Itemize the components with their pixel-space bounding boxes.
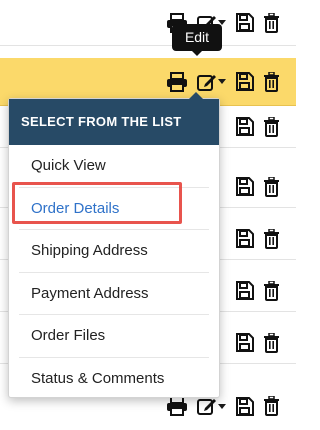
trash-icon[interactable] [263,176,280,197]
save-icon[interactable] [235,13,254,32]
edit-tooltip: Edit [172,24,222,56]
edit-menu-toggle[interactable] [197,72,226,92]
save-icon[interactable] [235,396,254,416]
trash-icon[interactable] [263,332,280,353]
dropdown-list: Quick View Order Details Shipping Addres… [9,145,219,400]
trash-icon[interactable] [263,396,280,416]
save-icon[interactable] [235,72,254,91]
trash-icon[interactable] [263,71,280,92]
trash-icon[interactable] [263,12,280,33]
menu-item-payment-address[interactable]: Payment Address [19,273,209,315]
save-icon[interactable] [235,281,254,300]
save-icon[interactable] [235,177,254,196]
table-row [0,0,296,46]
save-icon[interactable] [235,117,254,136]
menu-item-shipping-address[interactable]: Shipping Address [19,230,209,273]
chevron-down-icon[interactable] [218,79,226,84]
dropdown-header: SELECT FROM THE LIST [9,99,219,145]
print-icon[interactable] [166,71,188,92]
menu-item-order-files[interactable]: Order Files [19,315,209,358]
menu-item-status-comments[interactable]: Status & Comments [19,358,209,401]
save-icon[interactable] [235,333,254,352]
menu-item-order-details[interactable]: Order Details [19,188,209,230]
menu-item-quick-view[interactable]: Quick View [19,145,209,188]
edit-dropdown-menu: SELECT FROM THE LIST Quick View Order De… [8,92,220,400]
trash-icon[interactable] [263,228,280,249]
save-icon[interactable] [235,229,254,248]
trash-icon[interactable] [263,280,280,301]
chevron-down-icon[interactable] [218,403,226,409]
trash-icon[interactable] [263,116,280,137]
edit-icon[interactable] [197,72,217,92]
